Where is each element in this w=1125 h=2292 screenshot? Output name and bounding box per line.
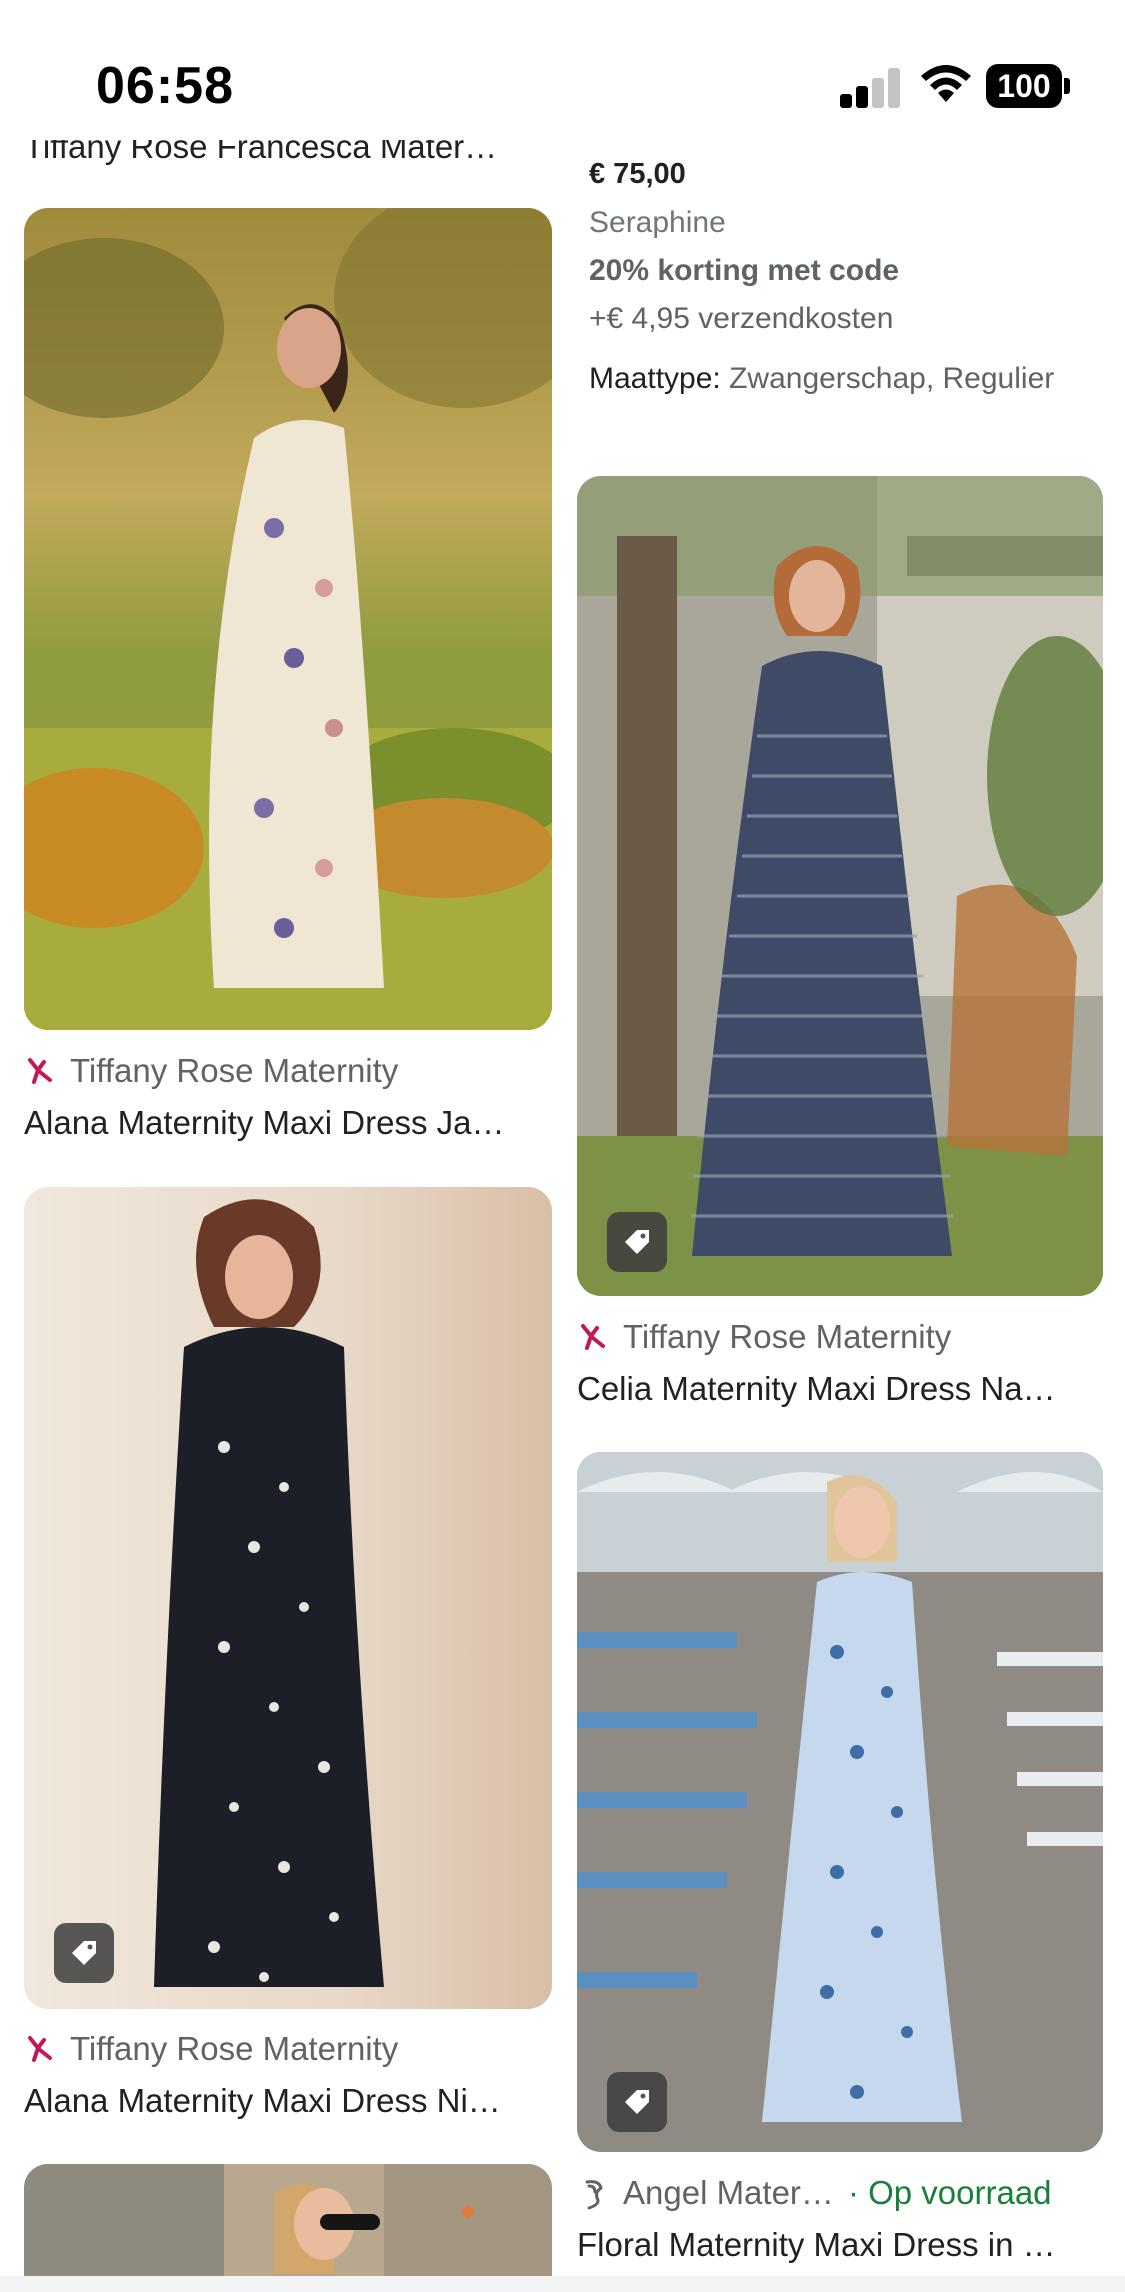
- source-name: Tiffany Rose Maternity: [70, 1052, 399, 1089]
- merchant-name: Seraphine: [589, 206, 726, 239]
- angel-maternity-logo-icon: [585, 2180, 603, 2210]
- source-name: Angel Mater…: [623, 2174, 834, 2211]
- card-source[interactable]: Tiffany Rose Maternity: [24, 2030, 398, 2068]
- size-type-value: Zwangerschap, Regulier: [729, 362, 1055, 395]
- card-source[interactable]: Tiffany Rose Maternity: [577, 1318, 951, 1356]
- card-title[interactable]: Alana Maternity Maxi Dress Ja…: [24, 1104, 552, 1142]
- price-tag-icon: [72, 1941, 96, 1965]
- battery-level: 100: [997, 68, 1051, 104]
- size-type: Maattype: Zwangerschap, Regulier: [589, 362, 1054, 396]
- card-source[interactable]: Tiffany Rose Maternity: [24, 1052, 398, 1090]
- studio-photo: [24, 1187, 552, 2009]
- product-price: € 75,00: [589, 158, 686, 190]
- product-image-black-floral-dress[interactable]: [24, 1187, 552, 2009]
- stock-status: · Op voorraad: [847, 2174, 1052, 2211]
- tiffany-rose-logo-icon: [28, 2036, 52, 2062]
- results-feed: Tiffany Rose Francesca Mater… € 75,00 Se…: [0, 0, 1125, 2292]
- product-image-navy-striped-dress[interactable]: [577, 476, 1103, 1296]
- shipping-cost: +€ 4,95 verzendkosten: [589, 302, 894, 335]
- battery-icon: 100: [986, 64, 1070, 108]
- product-image-cream-floral-dress[interactable]: [24, 208, 552, 1030]
- price-tag-button[interactable]: [54, 1923, 114, 1983]
- product-image-sunglasses-coast[interactable]: [24, 2164, 552, 2292]
- tiffany-rose-logo-icon: [581, 1324, 605, 1350]
- coast-photo: [24, 2164, 552, 2292]
- bottom-edge: [0, 2276, 1125, 2292]
- card-title[interactable]: Floral Maternity Maxi Dress in …: [577, 2226, 1103, 2264]
- promo-text: 20% korting met code: [589, 254, 900, 287]
- product-image-blue-floral-dress[interactable]: [577, 1452, 1103, 2152]
- terrace-photo: [577, 476, 1103, 1296]
- price-tag-button[interactable]: [607, 1212, 667, 1272]
- tiffany-rose-logo-icon: [28, 1058, 52, 1084]
- source-name: Tiffany Rose Maternity: [70, 2030, 399, 2067]
- price-tag-icon: [625, 1230, 649, 1254]
- garden-photo: [24, 208, 552, 1030]
- cellular-signal-icon: [840, 66, 902, 108]
- source-name: Tiffany Rose Maternity: [623, 1318, 952, 1355]
- card-title[interactable]: Alana Maternity Maxi Dress Ni…: [24, 2082, 552, 2120]
- price-tag-button[interactable]: [607, 2072, 667, 2132]
- card-source[interactable]: Angel Mater… · Op voorraad: [577, 2174, 1052, 2212]
- status-time: 06:58: [96, 57, 234, 115]
- beach-photo: [577, 1452, 1103, 2152]
- price-tag-icon: [625, 2090, 649, 2114]
- wifi-icon: [921, 65, 971, 102]
- status-bar: 06:58 100: [0, 0, 1125, 140]
- size-type-label: Maattype:: [589, 362, 721, 395]
- card-title[interactable]: Celia Maternity Maxi Dress Na…: [577, 1370, 1103, 1408]
